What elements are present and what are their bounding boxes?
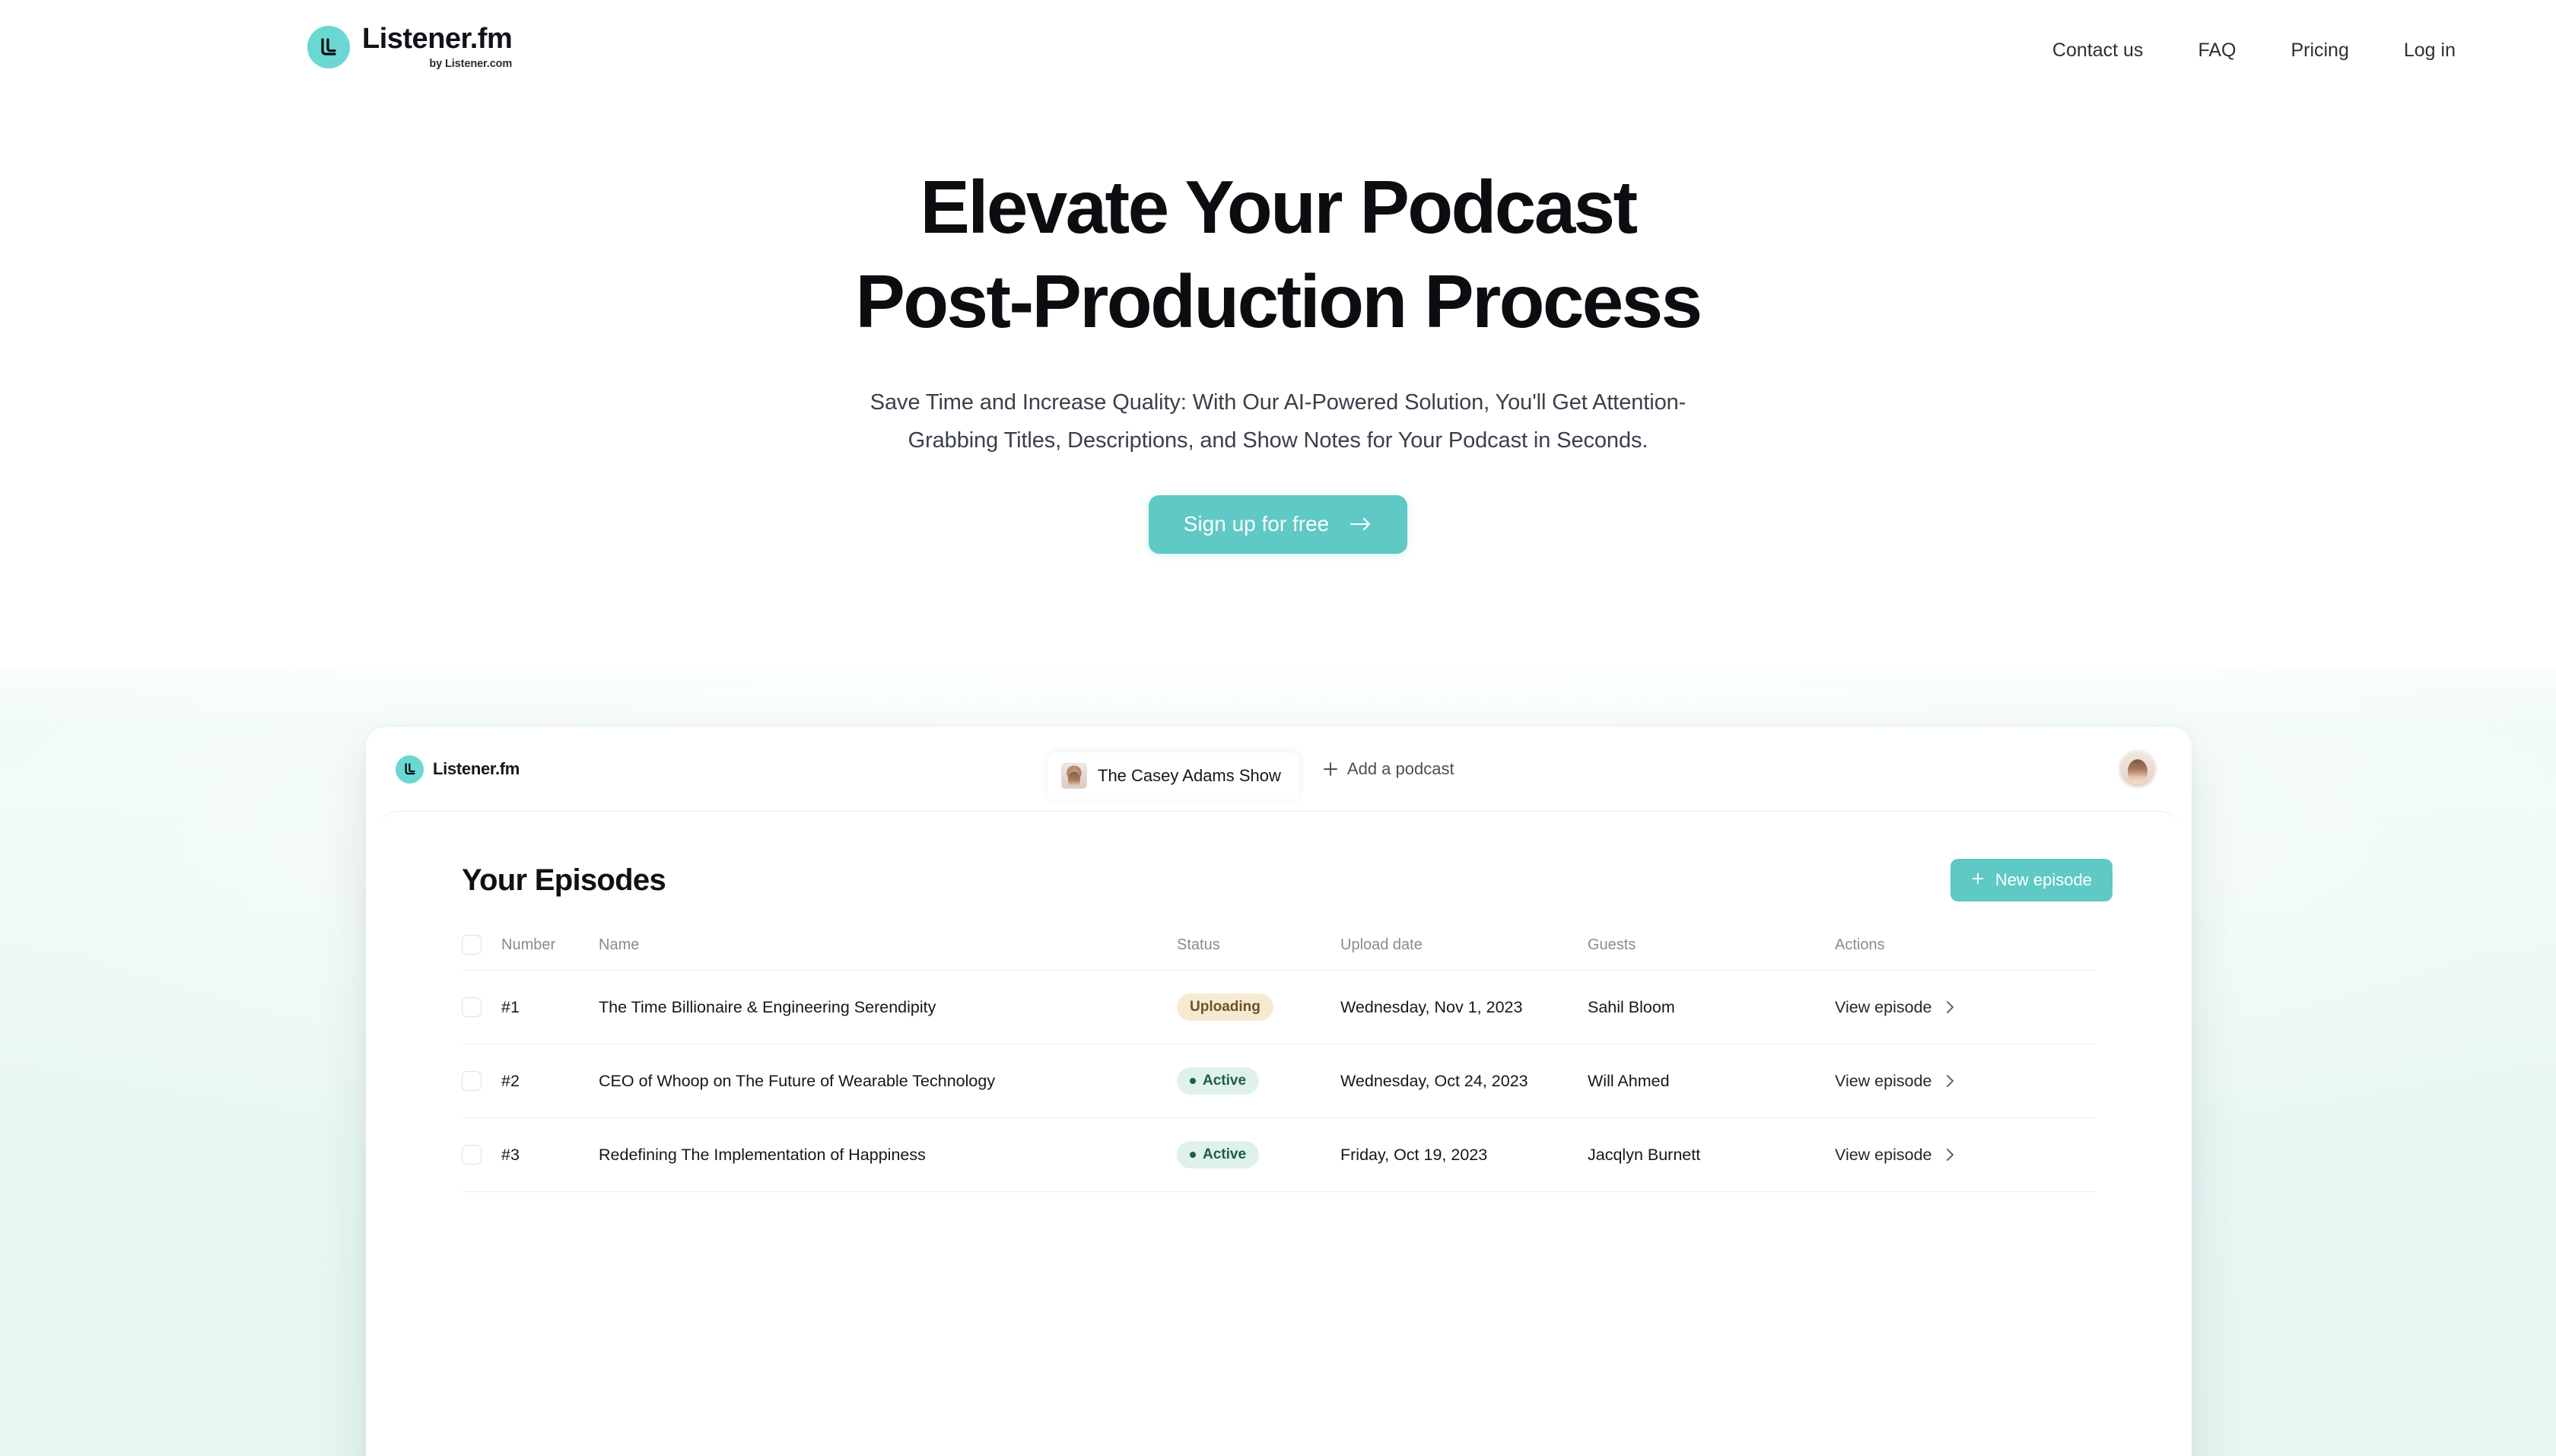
cell-name: Redefining The Implementation of Happine…	[599, 1117, 1177, 1192]
brand-name: Listener.fm	[362, 23, 513, 55]
hero-subtitle-line-1: Save Time and Increase Quality: With Our…	[869, 389, 1687, 415]
new-episode-label: New episode	[1995, 870, 2092, 889]
episodes-table: Number Name Status Upload date Guests Ac…	[462, 935, 2096, 1192]
column-header-name: Name	[599, 935, 1177, 971]
view-episode-label: View episode	[1835, 1071, 1932, 1090]
hero-subtitle: Save Time and Increase Quality: With Our…	[0, 384, 2556, 460]
cell-guests: Sahil Bloom	[1588, 970, 1835, 1044]
table-header-row: Number Name Status Upload date Guests Ac…	[462, 935, 2096, 971]
plus-icon	[1971, 870, 1985, 890]
chevron-right-icon	[1946, 1074, 1954, 1088]
sign-up-for-free-button[interactable]: Sign up for free	[1148, 494, 1408, 554]
row-checkbox[interactable]	[462, 997, 482, 1017]
arrow-right-icon	[1350, 517, 1372, 532]
table-row[interactable]: #1 The Time Billionaire & Engineering Se…	[462, 970, 2096, 1044]
status-dot-icon	[1190, 1152, 1196, 1158]
cell-name: CEO of Whoop on The Future of Wearable T…	[599, 1044, 1177, 1118]
row-checkbox[interactable]	[462, 1071, 482, 1091]
cell-upload-date: Wednesday, Oct 24, 2023	[1340, 1044, 1588, 1118]
nav-link-log-in[interactable]: Log in	[2376, 40, 2556, 62]
chevron-right-icon	[1946, 1148, 1954, 1162]
row-checkbox[interactable]	[462, 1145, 482, 1165]
cell-name: The Time Billionaire & Engineering Seren…	[599, 970, 1177, 1044]
app-topbar: Listener.fm The Casey Adams Show Add a p…	[366, 727, 2192, 811]
plus-icon	[1322, 761, 1339, 777]
sign-up-button-label: Sign up for free	[1183, 511, 1330, 536]
brand-tagline: by Listener.com	[429, 58, 513, 70]
podcast-tab-bar: The Casey Adams Show Add a podcast	[1048, 745, 1454, 800]
nav-link-pricing[interactable]: Pricing	[2263, 40, 2376, 62]
episodes-title: Your Episodes	[462, 863, 666, 897]
hero-subtitle-line-2: Grabbing Titles, Descriptions, and Show …	[908, 428, 1648, 453]
table-row[interactable]: #2 CEO of Whoop on The Future of Wearabl…	[462, 1044, 2096, 1118]
select-all-checkbox[interactable]	[462, 935, 482, 955]
status-badge-label: Uploading	[1190, 999, 1261, 1015]
app-content-panel: Your Episodes New episode Number Name St…	[380, 811, 2178, 1456]
cell-status: Active	[1177, 1044, 1340, 1118]
site-logo[interactable]: Listener.fm by Listener.com	[307, 23, 513, 70]
view-episode-link[interactable]: View episode	[1835, 1072, 1954, 1091]
podcast-tab-label: The Casey Adams Show	[1098, 766, 1281, 785]
hero-cta-container: Sign up for free	[0, 494, 2556, 554]
hero-title-line-2: Post-Production Process	[855, 259, 1703, 344]
status-badge-label: Active	[1203, 1146, 1247, 1162]
status-badge: Active	[1177, 1067, 1260, 1095]
cell-guests: Will Ahmed	[1588, 1044, 1835, 1118]
episodes-table-body: #1 The Time Billionaire & Engineering Se…	[462, 970, 2096, 1192]
view-episode-link[interactable]: View episode	[1835, 998, 1954, 1017]
hero-section: Elevate Your Podcast Post-Production Pro…	[0, 160, 2556, 554]
status-badge: Uploading	[1177, 993, 1273, 1021]
app-brand-name: Listener.fm	[433, 759, 520, 778]
avatar[interactable]	[2120, 752, 2155, 787]
cell-upload-date: Wednesday, Nov 1, 2023	[1340, 970, 1588, 1044]
select-all-header	[462, 935, 501, 971]
column-header-guests: Guests	[1588, 935, 1835, 971]
view-episode-link[interactable]: View episode	[1835, 1146, 1954, 1165]
table-row[interactable]: #3 Redefining The Implementation of Happ…	[462, 1117, 2096, 1192]
view-episode-label: View episode	[1835, 1145, 1932, 1164]
view-episode-label: View episode	[1835, 997, 1932, 1016]
nav-links: Contact us FAQ Pricing Log in	[2025, 40, 2556, 62]
cell-actions: View episode	[1835, 1117, 2096, 1192]
cell-status: Uploading	[1177, 970, 1340, 1044]
cell-status: Active	[1177, 1117, 1340, 1192]
listener-logo-icon	[396, 755, 424, 784]
cell-number: #1	[501, 970, 599, 1044]
mockup-background-fade	[0, 624, 2556, 730]
cell-actions: View episode	[1835, 970, 2096, 1044]
cell-number: #3	[501, 1117, 599, 1192]
cell-number: #2	[501, 1044, 599, 1118]
column-header-actions: Actions	[1835, 935, 2096, 971]
column-header-status: Status	[1177, 935, 1340, 971]
page-title: Elevate Your Podcast Post-Production Pro…	[0, 160, 2556, 349]
podcast-tab-the-casey-adams-show[interactable]: The Casey Adams Show	[1048, 752, 1299, 800]
chevron-right-icon	[1946, 1000, 1954, 1014]
column-header-upload-date: Upload date	[1340, 935, 1588, 971]
cell-upload-date: Friday, Oct 19, 2023	[1340, 1117, 1588, 1192]
status-badge-label: Active	[1203, 1073, 1247, 1089]
cell-guests: Jacqlyn Burnett	[1588, 1117, 1835, 1192]
episodes-table-head: Number Name Status Upload date Guests Ac…	[462, 935, 2096, 971]
add-a-podcast-label: Add a podcast	[1346, 759, 1454, 778]
status-badge: Active	[1177, 1141, 1260, 1168]
cell-actions: View episode	[1835, 1044, 2096, 1118]
app-mockup-card: Listener.fm The Casey Adams Show Add a p…	[366, 727, 2192, 1456]
listener-logo-icon	[307, 25, 350, 68]
app-logo[interactable]: Listener.fm	[396, 755, 520, 784]
podcast-cover-thumbnail-icon	[1061, 763, 1087, 789]
add-a-podcast-button[interactable]: Add a podcast	[1322, 759, 1454, 779]
top-navigation: Listener.fm by Listener.com Contact us F…	[0, 0, 2556, 114]
new-episode-button[interactable]: New episode	[1950, 859, 2113, 901]
nav-link-faq[interactable]: FAQ	[2170, 40, 2263, 62]
status-dot-icon	[1190, 1078, 1196, 1084]
column-header-number: Number	[501, 935, 599, 971]
episodes-header: Your Episodes New episode	[380, 812, 2178, 901]
hero-title-line-1: Elevate Your Podcast	[920, 165, 1638, 249]
nav-link-contact-us[interactable]: Contact us	[2025, 40, 2171, 62]
